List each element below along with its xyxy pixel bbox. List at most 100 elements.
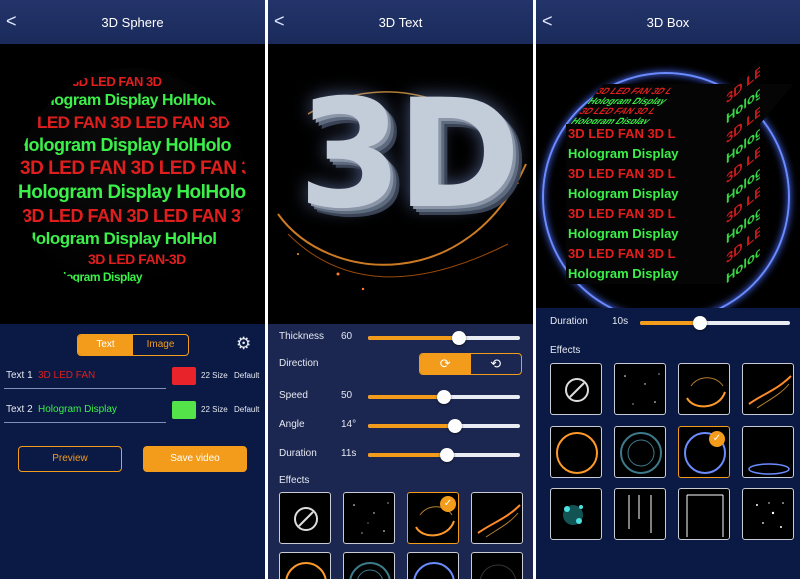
cyan-burst-effect [563, 505, 583, 525]
effect-comet-ring[interactable] [678, 363, 730, 415]
effect-white-frame[interactable] [678, 488, 730, 540]
duration-slider[interactable] [368, 448, 520, 462]
slider-knob[interactable] [440, 448, 455, 462]
cube-text-line: Hologram Display [568, 146, 679, 161]
preview-button[interactable]: Preview [18, 446, 122, 472]
page-title: 3D Text [378, 15, 423, 30]
slider-label: Duration [550, 316, 588, 327]
sparkle-effect [353, 502, 389, 534]
title-bar: < 3D Box [536, 0, 800, 44]
text3d-preview: 3D [268, 44, 533, 324]
duration-slider[interactable] [640, 316, 790, 330]
cube-top-face: 3D LED FAN 3D L Hologram Display 3D LED FA… [570, 84, 794, 124]
save-video-button[interactable]: Save video [143, 446, 247, 472]
speed-slider[interactable] [368, 390, 520, 404]
sphere-preview: 3D LED FAN 3D Hologram Display HolHolo 3D … [0, 44, 265, 324]
orange-ring-effect [556, 432, 598, 474]
big-3d-text: 3D [298, 68, 521, 242]
thickness-slider[interactable] [368, 331, 520, 345]
effect-blue-ring[interactable]: ✓ [678, 426, 730, 478]
white-drip-effect [628, 495, 652, 533]
effect-none[interactable] [279, 492, 331, 544]
effect-comet-ring[interactable]: ✓ [407, 492, 459, 544]
rotate-clockwise-icon[interactable]: ⟳ [420, 354, 471, 374]
sparkle-effect [624, 373, 660, 405]
cube-text-line: Hologram Display [570, 116, 654, 124]
rotate-counterclockwise-icon[interactable]: ⟲ [471, 354, 522, 374]
slider-knob[interactable] [452, 331, 467, 345]
sphere-text-line: 3D LED FAN 3D LED FAN 3D [22, 206, 246, 226]
sphere-controls: Text Image ⚙ Text 1 3D LED FAN 22 Size D… [0, 324, 265, 579]
sphere-text-line: Hologram Display HolHol [24, 229, 217, 248]
cube-text-line: 3D LED FAN 3D L [593, 86, 677, 96]
text-row-2: Text 2 Hologram Display 22 Size Default [0, 398, 265, 424]
angle-slider[interactable] [368, 419, 520, 433]
effect-teal-ring[interactable] [614, 426, 666, 478]
slider-knob[interactable] [447, 419, 462, 433]
font-default[interactable]: Default [234, 405, 259, 414]
sphere-hologram: 3D LED FAN 3D Hologram Display HolHolo 3D … [18, 68, 246, 296]
cube-text-line: 3D LED FAN 3D L [576, 106, 660, 116]
effect-sparkle[interactable] [614, 363, 666, 415]
effect-none[interactable] [550, 363, 602, 415]
cube-text-line: 3D LED FAN 3D L [568, 246, 676, 261]
effect-white-drip[interactable] [614, 488, 666, 540]
text-image-toggle: Text Image [77, 334, 189, 356]
title-bar: < 3D Sphere [0, 0, 265, 44]
sphere-text-line: Hologram Display HolHolo [30, 92, 220, 109]
angle-slider-row: Angle 14° [268, 416, 533, 436]
size-selector[interactable]: 22 Size [201, 371, 228, 380]
effect-orange-ring[interactable] [550, 426, 602, 478]
effect-white-scatter[interactable] [742, 488, 794, 540]
effect-teal-ring[interactable] [343, 552, 395, 579]
orange-ring-effect [285, 562, 327, 579]
cube-text-line: Hologram Display [568, 266, 679, 281]
text-label: Text 1 [6, 370, 33, 381]
page-title: 3D Box [646, 15, 690, 30]
text3d-panel: < 3D Text 3D Thickness 60 Direction ⟳ ⟲ … [268, 0, 533, 579]
size-selector[interactable]: 22 Size [201, 405, 228, 414]
duration-slider-row: Duration 10s [536, 313, 800, 333]
color-swatch[interactable] [172, 367, 196, 385]
slider-value: 10s [612, 316, 629, 327]
effect-dark[interactable] [471, 552, 523, 579]
comet-ring-effect [686, 377, 726, 408]
text-value-input[interactable]: 3D LED FAN [38, 370, 95, 381]
slider-knob[interactable] [437, 390, 451, 404]
effect-streak[interactable] [742, 363, 794, 415]
dark-effect [479, 564, 517, 579]
font-default[interactable]: Default [234, 371, 259, 380]
input-underline [4, 388, 166, 389]
box-controls: Duration 10s Effects ✓ [536, 308, 800, 579]
cube-text-line: 3D LED FAN 3D L [568, 126, 676, 141]
cube-text-line: Hologram Display [568, 186, 679, 201]
sphere-text-line: 3D LED FAN-3D [88, 251, 186, 267]
effect-cyan-burst[interactable] [550, 488, 602, 540]
slider-label: Angle [279, 419, 305, 430]
effect-sparkle[interactable] [343, 492, 395, 544]
none-icon [294, 507, 318, 531]
none-icon [565, 378, 589, 402]
white-frame-effect [686, 494, 724, 537]
text-value-input[interactable]: Hologram Display [38, 404, 117, 415]
slider-knob[interactable] [693, 316, 707, 330]
effect-streak[interactable] [471, 492, 523, 544]
text-label: Text 2 [6, 404, 33, 415]
tab-image[interactable]: Image [133, 335, 188, 355]
effect-blue-oval[interactable] [742, 426, 794, 478]
effects-label: Effects [279, 475, 310, 486]
slider-label: Duration [279, 448, 317, 459]
tab-text[interactable]: Text [78, 335, 133, 355]
blue-ring-effect [413, 562, 455, 579]
color-swatch[interactable] [172, 401, 196, 419]
slider-value: 11s [341, 448, 357, 459]
gear-icon[interactable]: ⚙ [236, 334, 251, 354]
duration-slider-row: Duration 11s [268, 445, 533, 465]
text-row-1: Text 1 3D LED FAN 22 Size Default [0, 364, 265, 390]
cube-side-face: 3D LED FAN 3D LHologram Display3D LED FA… [726, 61, 760, 284]
selected-check-icon: ✓ [440, 496, 456, 512]
effect-orange-ring[interactable] [279, 552, 331, 579]
effect-blue-ring[interactable] [407, 552, 459, 579]
selected-check-icon: ✓ [709, 431, 725, 447]
direction-toggle: ⟳ ⟲ [419, 353, 522, 375]
